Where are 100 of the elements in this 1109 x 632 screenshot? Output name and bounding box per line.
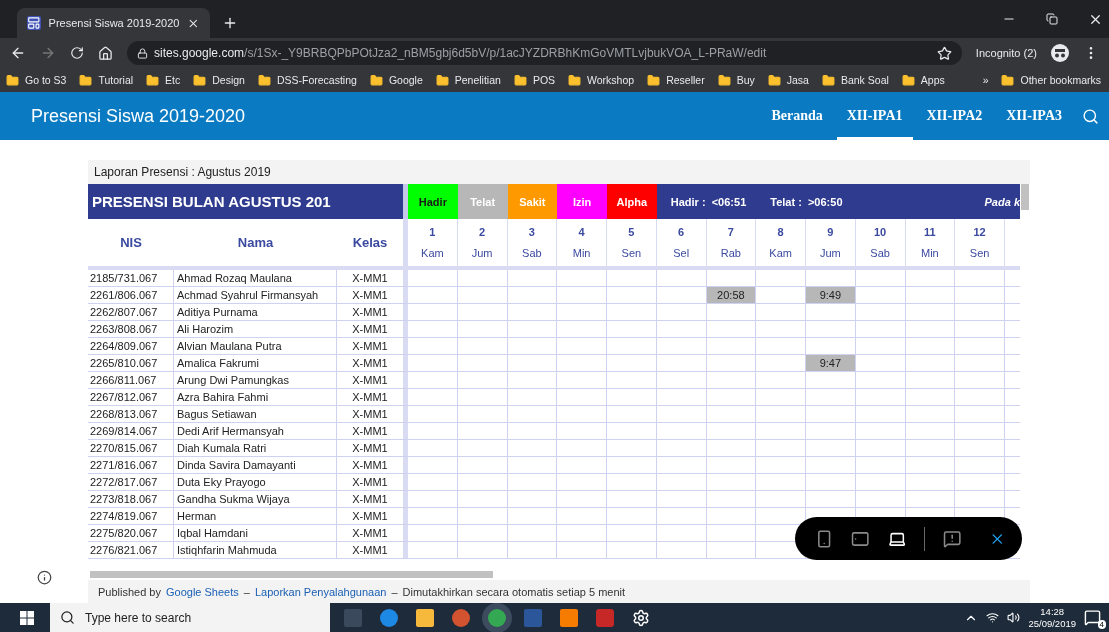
legend-label: Izin xyxy=(557,184,607,219)
tab-title: Presensi Siswa 2019-2020 xyxy=(48,17,180,29)
table-cell: 2263/808.067 xyxy=(88,321,174,337)
table-cell: Iqbal Hamdani xyxy=(174,525,337,541)
footer-link[interactable]: Google Sheets xyxy=(166,585,239,598)
table-cell: Azra Bahira Fahmi xyxy=(174,389,337,405)
table-cell: X-MM1 xyxy=(337,525,408,541)
weekday-header: Sen xyxy=(621,247,642,260)
table-cell: Bagus Setiawan xyxy=(174,406,337,422)
table-cell: X-MM1 xyxy=(337,423,408,439)
date-header: 11 xyxy=(924,225,936,238)
table-cell: X-MM1 xyxy=(337,457,408,473)
table-cell: Dinda Savira Damayanti xyxy=(174,457,337,473)
table-cell: 2270/815.067 xyxy=(88,440,174,456)
footer-text: – xyxy=(243,585,250,598)
footer-text: Published by xyxy=(98,585,161,598)
bookmark[interactable]: DSS-Forecasting xyxy=(276,74,357,86)
bookmark[interactable]: Apps xyxy=(920,74,945,86)
weekday-header: Min xyxy=(921,247,939,260)
bookmark[interactable]: Etc xyxy=(165,74,181,86)
address-bar[interactable]: sites.google.com/s/1Sx-_Y9BRBQPbPOtJza2_nBM5gbj6d5bV/p/1acJYZDRBhKmGoVMTLvjbukVOA_L-PRaW/edit xyxy=(127,41,962,65)
browser-tab[interactable]: Presensi Siswa 2019-2020 xyxy=(17,8,210,38)
table-cell: 2271/816.067 xyxy=(88,457,174,473)
table-cell: 2266/811.067 xyxy=(88,372,174,388)
profile-label[interactable]: Incognito (2) xyxy=(975,47,1037,59)
clock-date: 25/09/2019 xyxy=(1028,617,1076,630)
table-cell: 2274/819.067 xyxy=(88,508,174,524)
bookmark[interactable]: POS xyxy=(532,74,556,86)
date-header: 6 xyxy=(678,225,685,238)
legend-label: Alpha xyxy=(607,184,657,219)
table-cell: 9:47 xyxy=(806,355,856,371)
bookmark[interactable]: Buy xyxy=(736,74,755,86)
table-cell: Herman xyxy=(174,508,337,524)
bookmarks-overflow[interactable]: » xyxy=(982,74,989,86)
date-header: 1 xyxy=(429,225,436,238)
table-cell: 2276/821.067 xyxy=(88,542,174,558)
date-header: 4 xyxy=(578,225,585,238)
bookmark[interactable]: Bank Soal xyxy=(840,74,889,86)
table-cell: Amalica Fakrumi xyxy=(174,355,337,371)
table-cell: X-MM1 xyxy=(337,321,408,337)
table-cell: 2275/820.067 xyxy=(88,525,174,541)
legend-note: Pada k xyxy=(983,194,1020,210)
taskbar-search[interactable]: Type here to search xyxy=(50,603,330,632)
legend-note: Hadir : <06:51 xyxy=(669,194,748,210)
nav-link[interactable]: XII-IPA3 xyxy=(996,92,1072,140)
nav-link[interactable]: Beranda xyxy=(761,92,833,140)
date-header: 3 xyxy=(528,225,535,238)
date-header: 12 xyxy=(973,225,986,238)
table-cell: Gandha Sukma Wijaya xyxy=(174,491,337,507)
table-cell: 2267/812.067 xyxy=(88,389,174,405)
weekday-header: Jum xyxy=(820,247,841,260)
table-cell: X-MM1 xyxy=(337,508,408,524)
bookmark[interactable]: Workshop xyxy=(587,74,635,86)
table-cell: 2268/813.067 xyxy=(88,406,174,422)
bookmark[interactable]: Tutorial xyxy=(98,74,134,86)
table-cell: Dedi Arif Hermansyah xyxy=(174,423,337,439)
table-cell: 2272/817.067 xyxy=(88,474,174,490)
weekday-header: Sab xyxy=(870,247,890,260)
footer-text: – xyxy=(391,585,398,598)
notification-badge: 4 xyxy=(1097,620,1106,629)
bookmark[interactable]: Go to S3 xyxy=(25,74,67,86)
date-header: 8 xyxy=(777,225,784,238)
table-cell: 2261/806.067 xyxy=(88,287,174,303)
table-cell: 2264/809.067 xyxy=(88,338,174,354)
legend-note: Telat : >06:50 xyxy=(769,194,844,210)
table-cell: X-MM1 xyxy=(337,389,408,405)
weekday-header: Sel xyxy=(673,247,690,260)
table-cell: X-MM1 xyxy=(337,270,408,286)
bookmark[interactable]: Other bookmarks xyxy=(1020,74,1101,86)
table-cell: 9:49 xyxy=(806,287,856,303)
table-cell: Arung Dwi Pamungkas xyxy=(174,372,337,388)
bookmark[interactable]: Jasa xyxy=(786,74,809,86)
weekday-header: Kam xyxy=(421,247,444,260)
weekday-header: Jum xyxy=(471,247,493,260)
bookmark[interactable]: Design xyxy=(212,74,245,86)
table-cell: Ahmad Rozaq Maulana xyxy=(174,270,337,286)
table-cell: X-MM1 xyxy=(337,338,408,354)
table-cell: X-MM1 xyxy=(337,304,408,320)
bookmark[interactable]: Penelitian xyxy=(454,74,501,86)
weekday-header: Sab xyxy=(522,247,542,260)
date-header: 9 xyxy=(827,225,834,238)
table-cell: 2273/818.067 xyxy=(88,491,174,507)
table-cell: X-MM1 xyxy=(337,355,408,371)
table-cell: X-MM1 xyxy=(337,287,408,303)
table-cell: 2262/807.067 xyxy=(88,304,174,320)
bookmark[interactable]: Reseller xyxy=(666,74,705,86)
table-cell: 2265/810.067 xyxy=(88,355,174,371)
table-cell: 2269/814.067 xyxy=(88,423,174,439)
nav-link[interactable]: XII-IPA2 xyxy=(916,92,993,140)
weekday-header: Min xyxy=(572,247,591,260)
table-cell: Istiqhfarin Mahmuda xyxy=(174,542,337,558)
legend-label: Hadir xyxy=(408,184,458,219)
table-cell: Achmad Syahrul Firmansyah xyxy=(174,287,337,303)
table-cell: Diah Kumala Ratri xyxy=(174,440,337,456)
table-cell: X-MM1 xyxy=(337,372,408,388)
table-cell: X-MM1 xyxy=(337,406,408,422)
table-cell: X-MM1 xyxy=(337,474,408,490)
date-header: 2 xyxy=(479,225,486,238)
footer-link[interactable]: Laporkan Penyalahgunaan xyxy=(254,585,387,598)
bookmark[interactable]: Google xyxy=(388,74,423,86)
